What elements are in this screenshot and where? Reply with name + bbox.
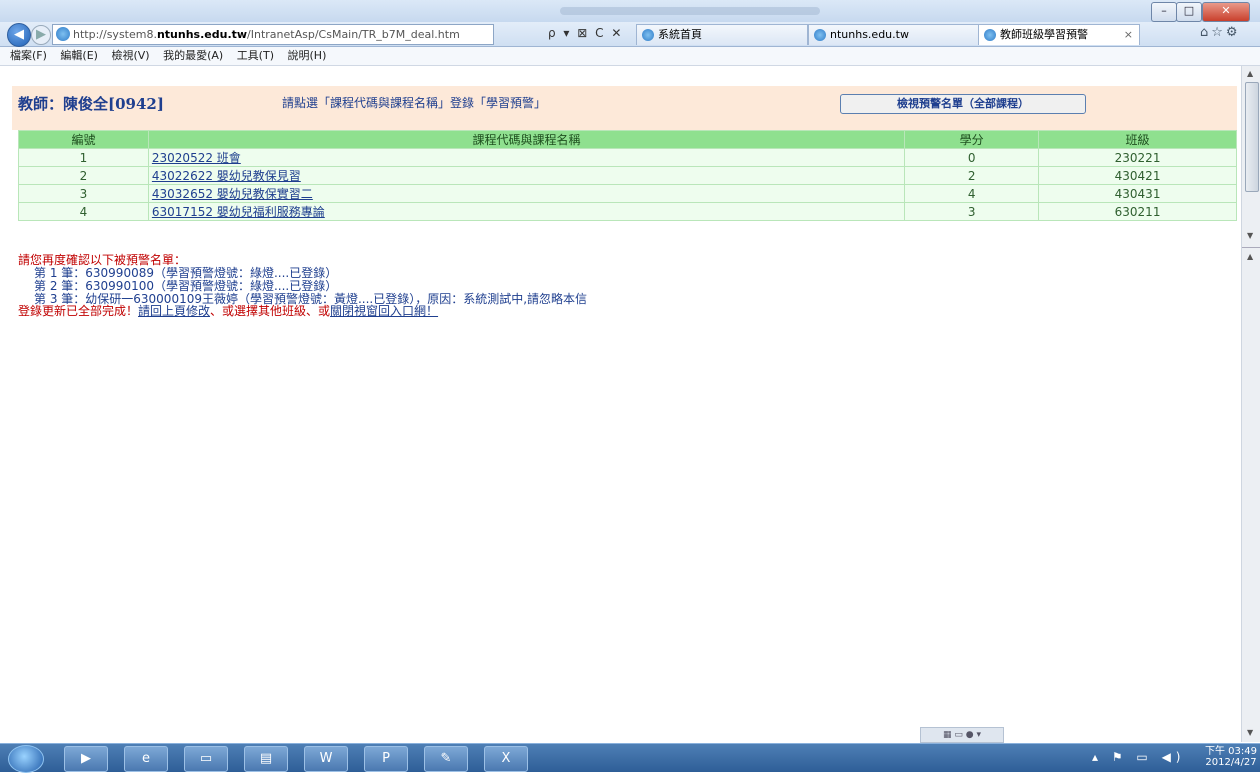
menu-view[interactable]: 檢視(V) [111,49,149,62]
scroll-down-icon[interactable]: ▼ [1247,231,1253,240]
teacher-label: 教師：陳俊全[0942] [18,95,164,113]
clock-date: 2012/4/27 [1205,757,1257,768]
language-toolbar[interactable]: ▦ ▭ ● ▾ [920,727,1004,743]
menu-edit[interactable]: 編輯(E) [60,49,98,62]
window-title-blurred [560,7,820,15]
tab-label: 系統首頁 [658,28,702,41]
url-path: /IntranetAsp/CsMain/TR_b7M_deal.htm [247,28,460,41]
menu-favorites[interactable]: 我的最愛(A) [163,49,223,62]
tab-label: 教師班級學習預警 [1000,28,1088,41]
window-switch-icon[interactable]: ▭ [184,746,228,772]
col-header-class: 班級 [1038,130,1237,149]
browser-navbar: ◀ ▶ http://system8.ntunhs.edu.tw/Intrane… [0,22,1260,47]
table-row: 2 43022622 嬰幼兒教保見習 2 430421 [18,166,1237,185]
home-favorites-tools-icons[interactable]: ⌂☆⚙ [1200,25,1241,40]
completion-message: 登錄更新已全部完成！請回上頁修改、或選擇其他班級、或關閉視窗回入口網！ [18,302,438,319]
course-link[interactable]: 63017152 嬰幼兒福利服務專論 [152,205,325,219]
done-middle-text: 、或選擇其他班級、或 [210,304,331,318]
cell-class: 230221 [1038,148,1237,167]
close-window-button[interactable]: ✕ [1202,2,1250,22]
start-button[interactable] [8,745,44,773]
course-link[interactable]: 43022622 嬰幼兒教保見習 [152,169,301,183]
course-link[interactable]: 23020522 班會 [152,151,241,165]
tab-home[interactable]: 系統首頁 [636,24,808,45]
url-prefix: http://system8. [73,28,157,41]
cell-class: 430431 [1038,184,1237,203]
window-titlebar: – □ ✕ [0,0,1260,22]
tab-site-icon [814,29,826,41]
ie-page-icon [56,27,70,41]
excel-icon[interactable]: X [484,746,528,772]
maximize-button[interactable]: □ [1176,2,1202,22]
address-tools[interactable]: ρ ▾ ⊠ C ✕ [548,24,634,43]
tab-ntunhs[interactable]: ntunhs.edu.tw [808,24,980,45]
forward-button[interactable]: ▶ [31,25,51,45]
scroll-up-icon[interactable]: ▲ [1247,69,1253,78]
system-tray-icons[interactable]: ▴ ⚑ ▭ ◀) [1092,750,1185,764]
table-row: 1 23020522 班會 0 230221 [18,148,1237,167]
file-explorer-icon[interactable]: ▤ [244,746,288,772]
scroll-down-icon[interactable]: ▼ [1247,728,1253,737]
back-to-edit-link[interactable]: 請回上頁修改 [138,304,210,318]
menu-bar: 檔案(F) 編輯(E) 檢視(V) 我的最愛(A) 工具(T) 說明(H) [0,47,1260,66]
powerpoint-icon[interactable]: P [364,746,408,772]
scroll-up-icon[interactable]: ▲ [1247,252,1253,261]
col-header-course: 課程代碼與課程名稱 [147,130,906,149]
cell-no: 4 [18,202,149,221]
cell-course: 43022622 嬰幼兒教保見習 [147,166,906,185]
internet-explorer-icon[interactable]: e [124,746,168,772]
tab-label: ntunhs.edu.tw [830,28,909,41]
instruction-text: 請點選「課程代碼與課程名稱」登錄「學習預警」 [282,96,547,110]
course-link[interactable]: 43032652 嬰幼兒教保實習二 [152,187,313,201]
paint-icon[interactable]: ✎ [424,746,468,772]
col-header-credits: 學分 [904,130,1040,149]
menu-tools[interactable]: 工具(T) [237,49,274,62]
teacher-header: 教師：陳俊全[0942] 請點選「課程代碼與課程名稱」登錄「學習預警」 檢視預警… [12,86,1237,130]
tab-site-icon [984,29,996,41]
url-domain: ntunhs.edu.tw [156,28,248,41]
table-header-row: 編號 課程代碼與課程名稱 學分 班級 [18,130,1237,149]
course-table: 編號 課程代碼與課程名稱 學分 班級 1 23020522 班會 0 23022… [18,130,1237,221]
frame-separator [1242,247,1260,248]
tab-site-icon [642,29,654,41]
tab-learning-warning[interactable]: 教師班級學習預警 × [978,24,1140,45]
cell-course: 63017152 嬰幼兒福利服務專論 [147,202,906,221]
menu-file[interactable]: 檔案(F) [10,49,47,62]
cell-class: 430421 [1038,166,1237,185]
menu-help[interactable]: 說明(H) [288,49,327,62]
tab-close-icon[interactable]: × [1124,25,1133,45]
back-button[interactable]: ◀ [7,23,31,47]
cell-credits: 4 [904,184,1040,203]
course-frame: 教師：陳俊全[0942] 請點選「課程代碼與課程名稱」登錄「學習預警」 檢視預警… [12,86,1237,244]
cell-credits: 0 [904,148,1040,167]
cell-course: 23020522 班會 [147,148,906,167]
cell-no: 3 [18,184,149,203]
page-content: 教師：陳俊全[0942] 請點選「課程代碼與課程名稱」登錄「學習預警」 檢視預警… [0,66,1241,742]
cell-no: 2 [18,166,149,185]
media-player-icon[interactable]: ▶ [64,746,108,772]
cell-credits: 2 [904,166,1040,185]
table-row: 3 43032652 嬰幼兒教保實習二 4 430431 [18,184,1237,203]
done-text: 登錄更新已全部完成！ [18,304,139,318]
address-bar[interactable]: http://system8.ntunhs.edu.tw/IntranetAsp… [52,24,494,45]
windows-taskbar: ▶ e ▭ ▤ W P ✎ X ▴ ⚑ ▭ ◀) 下午 03:49 2012/4… [0,743,1260,773]
table-row: 4 63017152 嬰幼兒福利服務專論 3 630211 [18,202,1237,221]
cell-course: 43032652 嬰幼兒教保實習二 [147,184,906,203]
warning-list: 請您再度確認以下被預警名單： 第 1 筆：630990089（學習預警燈號：綠燈… [18,254,587,306]
cell-no: 1 [18,148,149,167]
col-header-no: 編號 [18,130,149,149]
cell-class: 630211 [1038,202,1237,221]
minimize-button[interactable]: – [1151,2,1177,22]
scroll-thumb[interactable] [1245,82,1259,192]
view-warning-list-button[interactable]: 檢視預警名單（全部課程） [840,94,1086,114]
cell-credits: 3 [904,202,1040,221]
close-window-link[interactable]: 關閉視窗回入口網！ [330,304,438,318]
taskbar-clock[interactable]: 下午 03:49 2012/4/27 [1205,746,1257,768]
vertical-scrollbar[interactable]: ▲ ▼ ▲ ▼ [1241,66,1260,742]
word-icon[interactable]: W [304,746,348,772]
clock-time: 下午 03:49 [1205,746,1257,757]
